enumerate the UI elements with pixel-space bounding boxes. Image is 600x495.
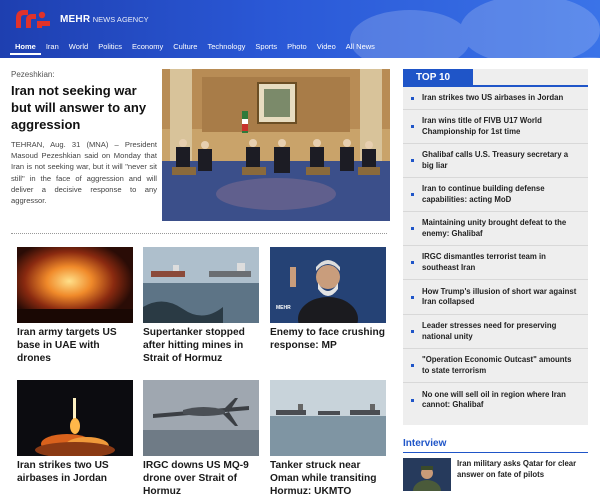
site-logo[interactable]: MEHR NEWS AGENCY: [12, 6, 149, 32]
mehr-logo-icon: [16, 10, 50, 28]
lead-summary: TEHRAN, Aug. 31 (MNA) – President Masoud…: [11, 140, 157, 206]
nav-sports[interactable]: Sports: [250, 39, 282, 55]
interview-rule: [403, 452, 588, 453]
nav-world[interactable]: World: [64, 39, 93, 55]
top10-item[interactable]: Iran wins title of FIVB U17 World Champi…: [403, 110, 588, 144]
interview-thumb[interactable]: [403, 458, 451, 491]
nav-iran[interactable]: Iran: [41, 39, 64, 55]
section-divider: [11, 233, 387, 234]
nav-politics[interactable]: Politics: [93, 39, 127, 55]
card-thumb-tanker: [143, 247, 259, 323]
lead-photo[interactable]: [162, 69, 390, 221]
nav-all-news[interactable]: All News: [341, 39, 380, 55]
card-title[interactable]: Enemy to face crushing response: MP: [270, 326, 386, 352]
nav-photo[interactable]: Photo: [282, 39, 312, 55]
logo-secondary: NEWS AGENCY: [92, 14, 149, 24]
top10-item[interactable]: Iran strikes two US airbases in Jordan: [403, 87, 588, 110]
main-nav: Home Iran World Politics Economy Culture…: [10, 39, 380, 55]
news-card[interactable]: IRGC downs US MQ-9 drone over Strait of …: [143, 380, 259, 495]
interview-title[interactable]: Iran military asks Qatar for clear answe…: [457, 459, 588, 480]
news-card[interactable]: Iran army targets US base in UAE with dr…: [17, 247, 133, 365]
top10-item[interactable]: Iran to continue building defense capabi…: [403, 178, 588, 212]
card-title[interactable]: Iran strikes two US airbases in Jordan: [17, 459, 133, 485]
card-title[interactable]: IRGC downs US MQ-9 drone over Strait of …: [143, 459, 259, 495]
top10-item[interactable]: No one will sell oil in region where Ira…: [403, 383, 588, 417]
nav-video[interactable]: Video: [312, 39, 341, 55]
card-thumb-tanker-sea: [270, 380, 386, 456]
card-thumb-speaker: MEHR: [270, 247, 386, 323]
news-card[interactable]: Tanker struck near Oman while transiting…: [270, 380, 386, 495]
top10-item[interactable]: How Trump's illusion of short war agains…: [403, 280, 588, 315]
top10-item[interactable]: Ghalibaf calls U.S. Treasury secretary a…: [403, 144, 588, 178]
photo-watermark: MEHR: [276, 305, 291, 311]
news-card[interactable]: Iran strikes two US airbases in Jordan: [17, 380, 133, 485]
card-title[interactable]: Iran army targets US base in UAE with dr…: [17, 326, 133, 365]
logo-primary: MEHR: [60, 13, 91, 25]
card-thumb-explosion: [17, 247, 133, 323]
card-thumb-drone: [143, 380, 259, 456]
top10-item[interactable]: Leader stresses need for preserving nati…: [403, 315, 588, 349]
interview-heading[interactable]: Interview: [403, 438, 446, 449]
news-card[interactable]: MEHR Enemy to face crushing response: MP: [270, 247, 386, 352]
news-card[interactable]: Supertanker stopped after hitting mines …: [143, 247, 259, 365]
top10-item[interactable]: Maintaining unity brought defeat to the …: [403, 212, 588, 246]
top10-item[interactable]: IRGC dismantles terrorist team in southe…: [403, 246, 588, 280]
lead-headline[interactable]: Iran not seeking war but will answer to …: [11, 82, 156, 133]
nav-home[interactable]: Home: [10, 39, 41, 55]
nav-economy[interactable]: Economy: [127, 39, 168, 55]
top10-item[interactable]: "Operation Economic Outcast" amounts to …: [403, 349, 588, 383]
logo-wordmark: MEHR NEWS AGENCY: [60, 14, 149, 25]
top10-panel: TOP 10 Iran strikes two US airbases in J…: [403, 69, 588, 425]
card-title[interactable]: Tanker struck near Oman while transiting…: [270, 459, 386, 495]
site-header: MEHR NEWS AGENCY Home Iran World Politic…: [0, 0, 600, 58]
card-thumb-missile: [17, 380, 133, 456]
lead-kicker: Pezeshkian:: [11, 70, 55, 79]
top10-heading: TOP 10: [403, 69, 473, 86]
top10-list: Iran strikes two US airbases in Jordan I…: [403, 87, 588, 417]
nav-technology[interactable]: Technology: [202, 39, 250, 55]
card-title[interactable]: Supertanker stopped after hitting mines …: [143, 326, 259, 365]
nav-culture[interactable]: Culture: [168, 39, 202, 55]
